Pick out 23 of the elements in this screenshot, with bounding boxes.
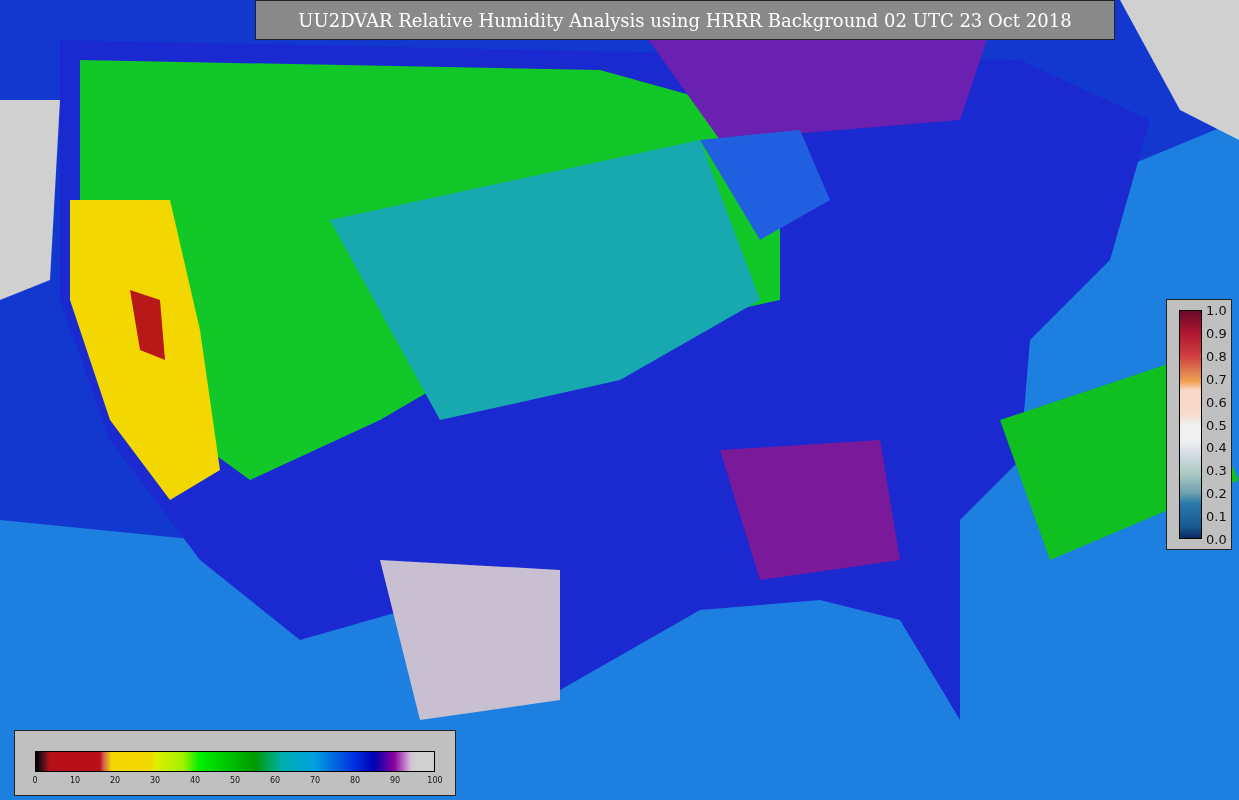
tick-label: 60	[269, 776, 281, 785]
tick-label: 0.3	[1206, 462, 1227, 478]
tick-label: 40	[189, 776, 201, 785]
tick-label: 0.7	[1206, 371, 1227, 387]
tick-label: 80	[349, 776, 361, 785]
tick-label: 0.5	[1206, 417, 1227, 432]
tick-label: 90	[389, 776, 401, 785]
tick-label: 1.0	[1206, 302, 1227, 318]
tick-label: 0.2	[1206, 485, 1227, 501]
tick-label: 0.9	[1206, 325, 1227, 341]
tick-label: 0	[32, 776, 38, 785]
map-title: UU2DVAR Relative Humidity Analysis using HRRR Background 02 UTC 23 Oct 2018	[255, 0, 1115, 40]
tick-label: 100	[427, 776, 443, 785]
tick-label: 0.0	[1206, 531, 1227, 547]
tick-label: 20	[109, 776, 121, 785]
tick-label: 70	[309, 776, 321, 785]
tick-label: 50	[229, 776, 241, 785]
tick-label: 0.1	[1206, 508, 1227, 524]
tick-label: 10	[69, 776, 81, 785]
tick-label: 0.4	[1206, 439, 1227, 455]
tick-label: 30	[149, 776, 161, 785]
tick-label: 0.6	[1206, 394, 1227, 410]
tick-label: 0.8	[1206, 348, 1227, 364]
